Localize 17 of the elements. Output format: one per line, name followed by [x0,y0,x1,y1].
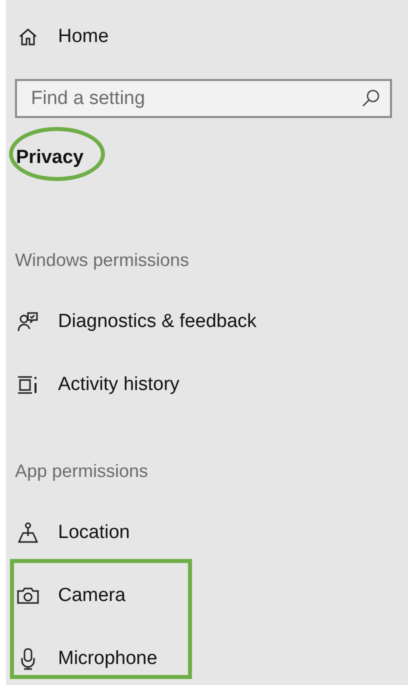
nav-item[interactable]: Microphone [6,627,408,685]
section-heading: Windows permissions [15,250,190,270]
nav-item[interactable]: Camera [6,564,408,627]
camera-icon [17,586,39,604]
page-heading: Privacy [16,147,84,169]
nav-item[interactable]: Activity history [6,353,408,416]
nav-item[interactable]: Diagnostics & feedback [6,290,408,353]
home-icon [18,27,38,47]
search-icon [362,89,380,107]
person-chat-icon [17,310,39,332]
map-pin-icon [17,522,39,544]
section-heading: App permissions [15,460,148,482]
home-button[interactable]: Home [6,12,206,62]
microphone-icon [19,648,37,670]
nav-item[interactable]: Location [6,501,408,564]
timeline-icon [17,374,39,394]
search-field[interactable]: Find a setting [15,79,392,118]
